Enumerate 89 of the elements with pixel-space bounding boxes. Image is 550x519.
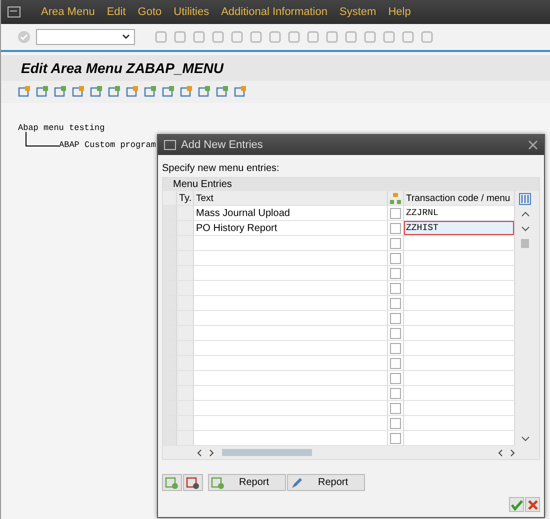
table-cell (177, 266, 194, 281)
input-field[interactable] (404, 386, 515, 401)
checkbox[interactable] (390, 252, 401, 264)
checkbox[interactable] (390, 358, 401, 368)
table-cell (177, 296, 194, 311)
input-field[interactable] (404, 296, 515, 311)
table-cell (177, 326, 194, 341)
scroll-down-icon[interactable] (520, 436, 530, 442)
close-icon (526, 498, 538, 510)
check-icon[interactable] (17, 30, 31, 44)
menu-item[interactable]: System (340, 6, 376, 18)
menu-icon[interactable] (7, 6, 21, 18)
report-button[interactable]: Report (287, 474, 365, 491)
row-selector[interactable] (163, 431, 177, 446)
table-cell: PO History Report (194, 221, 388, 236)
table-cell (177, 416, 194, 431)
menu-item[interactable]: Edit (106, 6, 126, 18)
table-cell: Mass Journal Upload (194, 206, 388, 221)
checkbox[interactable] (390, 388, 401, 398)
menu-item[interactable]: Help (388, 6, 411, 18)
scroll-thumb[interactable] (222, 449, 312, 456)
checkbox[interactable] (390, 208, 401, 218)
add-row-icon (165, 476, 179, 490)
checkbox[interactable] (390, 238, 401, 248)
delete-row-button[interactable] (183, 474, 203, 491)
table-cell (177, 281, 194, 296)
menu-item[interactable]: Additional Information (221, 6, 328, 18)
checkbox[interactable] (390, 222, 401, 234)
checkbox[interactable] (390, 432, 401, 444)
checkbox[interactable] (390, 418, 401, 428)
scroll-up-icon[interactable] (520, 210, 530, 216)
column-header: Ty. (177, 191, 194, 206)
column-settings-icon[interactable] (519, 192, 531, 204)
column-header: Transaction code / menu (404, 191, 515, 206)
input-field[interactable] (404, 266, 515, 281)
tree-node[interactable]: ABAP Custom program (59, 140, 156, 150)
instruction-text: Specify new menu entries: (162, 163, 280, 174)
table-cell (177, 431, 194, 446)
menu-item[interactable]: Utilities (174, 6, 210, 18)
check-icon (510, 498, 522, 510)
add-row-icon (211, 476, 225, 490)
input-field[interactable] (404, 326, 515, 341)
input-field[interactable] (404, 371, 515, 386)
table-cell (177, 371, 194, 386)
table-cell (177, 236, 194, 251)
checkbox[interactable] (390, 402, 401, 414)
input-field[interactable]: ZZJRNL (404, 206, 515, 221)
close-icon[interactable] (528, 140, 538, 150)
checkbox[interactable] (390, 342, 401, 354)
command-field[interactable] (36, 29, 135, 45)
scroll-down-icon[interactable] (520, 226, 530, 232)
dropdown-icon[interactable] (122, 34, 130, 40)
table-cell (177, 251, 194, 266)
table-cell (177, 341, 194, 356)
input-field[interactable] (404, 401, 515, 416)
input-field[interactable] (404, 311, 515, 326)
menu-item[interactable]: Goto (138, 6, 162, 18)
input-field[interactable] (404, 356, 515, 371)
tree-node[interactable]: Abap menu testing (18, 123, 550, 133)
table-cell (177, 386, 194, 401)
input-field[interactable] (404, 236, 515, 251)
checkbox[interactable] (390, 328, 401, 338)
row-selector[interactable] (163, 206, 177, 221)
table-cell (177, 206, 194, 221)
scroll-thumb[interactable] (521, 239, 529, 248)
input-field[interactable]: ZZHIST (404, 221, 515, 236)
checkbox[interactable] (390, 298, 401, 308)
table-cell (177, 221, 194, 236)
input-field[interactable] (404, 251, 515, 266)
confirm-button[interactable] (509, 497, 524, 512)
table-cell (177, 401, 194, 416)
input-field[interactable] (404, 281, 515, 296)
checkbox[interactable] (390, 282, 401, 294)
checkbox[interactable] (390, 372, 401, 384)
screen-title: Edit Area Menu ZABAP_MENU (21, 60, 224, 76)
menu-item[interactable]: Area Menu (41, 6, 95, 18)
dialog-title: Add New Entries (181, 139, 263, 151)
column-header: Text (194, 191, 388, 206)
cancel-button[interactable] (525, 497, 540, 512)
input-field[interactable] (404, 416, 515, 431)
report-button[interactable]: Report (208, 474, 286, 491)
dialog-icon (164, 140, 176, 150)
checkbox[interactable] (390, 312, 401, 324)
input-field[interactable] (404, 431, 515, 446)
table-cell (177, 311, 194, 326)
input-field[interactable] (404, 341, 515, 356)
checkbox[interactable] (390, 268, 401, 278)
table-cell (177, 356, 194, 371)
group-title: Menu Entries (173, 179, 232, 190)
